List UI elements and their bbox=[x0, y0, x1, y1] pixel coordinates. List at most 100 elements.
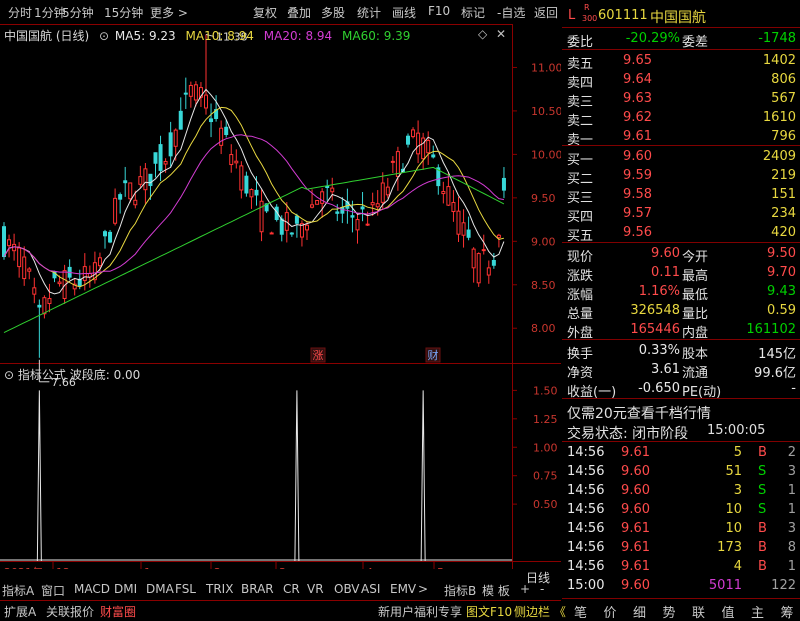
tick-row[interactable]: 14:56 9.60 51 S 3 bbox=[562, 462, 800, 481]
trade-status-label: 交易状态: 闭市阶段 bbox=[567, 426, 689, 442]
right-tab-7[interactable]: 筹 bbox=[781, 602, 794, 621]
indicator-tab-4[interactable]: DMA bbox=[146, 582, 174, 596]
candle-body bbox=[491, 259, 496, 266]
tick-row[interactable]: 14:56 9.61 4 B 1 bbox=[562, 557, 800, 576]
toolbar-fenshi-button[interactable]: 分时 bbox=[8, 4, 32, 21]
collapse-icon[interactable]: ◇ bbox=[478, 27, 487, 41]
price-tick-label: 8.50 bbox=[531, 279, 556, 292]
candle-body bbox=[501, 177, 506, 191]
toolbar-mark-button[interactable]: 标记 bbox=[461, 4, 485, 21]
right-tab-6[interactable]: 主 bbox=[751, 602, 764, 621]
indicator-tab-8[interactable]: CR bbox=[283, 582, 300, 596]
candle-body bbox=[153, 152, 158, 164]
weicha-label: 委差 bbox=[682, 35, 709, 50]
candle-body bbox=[193, 84, 198, 101]
price-tick-label: 9.00 bbox=[531, 235, 556, 248]
indicator-tab-5[interactable]: FSL bbox=[175, 582, 196, 596]
indicator-tab-10[interactable]: OBV bbox=[334, 582, 360, 596]
candle-body bbox=[320, 191, 325, 204]
tick-row[interactable]: 15:00 9.60 5011 122 bbox=[562, 576, 800, 595]
chevron-down-icon[interactable]: ⊙ bbox=[4, 368, 14, 382]
bid-row: 买五 9.56 420 bbox=[562, 223, 800, 244]
close-icon[interactable]: ✕ bbox=[496, 27, 506, 41]
promo-row[interactable]: 仅需20元查看千档行情 bbox=[562, 401, 800, 423]
footer-left-1[interactable]: 关联报价 bbox=[46, 603, 94, 620]
toolbar-fuquan-button[interactable]: 复权 bbox=[253, 4, 277, 21]
toolbar-f10-button[interactable]: F10 bbox=[428, 4, 450, 18]
tick-row[interactable]: 14:56 9.60 10 S 1 bbox=[562, 500, 800, 519]
toolbar-5min-button[interactable]: 5分钟 bbox=[62, 4, 94, 21]
indicator-tab-0[interactable]: 指标A bbox=[2, 582, 34, 599]
candle-body bbox=[118, 194, 123, 200]
indicator-tab-13[interactable]: > bbox=[418, 582, 428, 596]
tick-side: B bbox=[758, 559, 767, 574]
toolbar-back-button[interactable]: 返回 bbox=[534, 4, 558, 21]
footer-left-0[interactable]: 扩展A bbox=[4, 603, 36, 620]
tick-count: 8 bbox=[787, 540, 796, 555]
quote-row: 外盘 165446 内盘 161102 bbox=[562, 320, 800, 341]
tick-side: S bbox=[758, 483, 767, 498]
indicator-tab-2[interactable]: MACD bbox=[74, 582, 110, 596]
footer-mid-2[interactable]: 侧边栏 《 bbox=[514, 603, 566, 620]
tick-time: 14:56 bbox=[567, 502, 605, 517]
indicator-tab-15[interactable]: 模 板 bbox=[482, 582, 510, 599]
indicator-tab-11[interactable]: ASI bbox=[361, 582, 380, 596]
bid-price: 9.58 bbox=[623, 187, 652, 202]
indicator-tab-14[interactable]: 指标B bbox=[444, 582, 476, 599]
chevron-down-icon[interactable]: ⊙ bbox=[99, 29, 109, 43]
right-tab-0[interactable]: 笔 bbox=[574, 602, 587, 621]
candle-body bbox=[446, 186, 451, 206]
candle-body bbox=[103, 231, 107, 237]
candle-body bbox=[148, 173, 153, 187]
kline-chart-area[interactable]: 11.38 7.66 涨财 1.50 1.25 1.00 0.75 0.50 11.00 10… bbox=[0, 24, 563, 579]
indicator-tab-6[interactable]: TRIX bbox=[206, 582, 233, 596]
candle-body bbox=[57, 281, 62, 285]
tick-row[interactable]: 14:56 9.60 3 S 1 bbox=[562, 481, 800, 500]
toolbar-multistock-button[interactable]: 多股 bbox=[321, 4, 345, 21]
toolbar-watchlist-button[interactable]: -自选 bbox=[497, 4, 525, 21]
indicator-tab-3[interactable]: DMI bbox=[114, 582, 137, 596]
indicator-tick-label: 0.50 bbox=[533, 498, 558, 511]
tick-count: 3 bbox=[787, 521, 796, 536]
bid-price: 9.57 bbox=[623, 206, 652, 221]
toolbar-stats-button[interactable]: 统计 bbox=[357, 4, 381, 21]
indicator-tab-7[interactable]: BRAR bbox=[241, 582, 274, 596]
bid-row: 买四 9.57 234 bbox=[562, 204, 800, 225]
candle-body bbox=[2, 226, 6, 258]
footer-mid-0[interactable]: 新用户福利专享 bbox=[378, 603, 462, 620]
indicator-tab-12[interactable]: EMV bbox=[390, 582, 416, 596]
indicator-tab-1[interactable]: 窗口 bbox=[41, 582, 65, 599]
right-tab-3[interactable]: 势 bbox=[663, 602, 676, 621]
right-tab-4[interactable]: 联 bbox=[692, 602, 705, 621]
tick-row[interactable]: 14:56 9.61 10 B 3 bbox=[562, 519, 800, 538]
indicator-tab-9[interactable]: VR bbox=[307, 582, 324, 596]
kline-chart-svg[interactable]: 11.387.66涨财 1.501.251.000.750.50 11.0010… bbox=[0, 24, 563, 579]
promo-text[interactable]: 仅需20元查看千档行情 bbox=[567, 403, 711, 423]
quote-value: 9.43 bbox=[767, 284, 796, 299]
fundamental-value: - bbox=[791, 381, 796, 396]
candle-body bbox=[335, 211, 340, 214]
quote-value: 9.70 bbox=[767, 265, 796, 280]
candle-body bbox=[355, 219, 360, 231]
right-tab-1[interactable]: 价 bbox=[604, 602, 617, 621]
right-tab-5[interactable]: 值 bbox=[722, 602, 735, 621]
period-label[interactable]: 日线 bbox=[526, 569, 550, 586]
ask-row: 卖五 9.65 1402 bbox=[562, 51, 800, 72]
right-tab-2[interactable]: 细 bbox=[633, 602, 646, 621]
tick-row[interactable]: 14:56 9.61 5 B 2 bbox=[562, 443, 800, 462]
toolbar-draw-button[interactable]: 画线 bbox=[392, 4, 416, 21]
tick-time: 14:56 bbox=[567, 483, 605, 498]
right-tabs: 笔价细势联值主筹 bbox=[562, 600, 800, 621]
footer-mid-1[interactable]: 图文F10 bbox=[466, 603, 512, 620]
candle-body bbox=[32, 287, 37, 295]
toolbar-overlay-button[interactable]: 叠加 bbox=[287, 4, 311, 21]
toolbar-more-button[interactable]: 更多 > bbox=[150, 4, 188, 21]
indicator-tick-label: 0.75 bbox=[533, 470, 558, 483]
footer-left-2[interactable]: 财富圈 bbox=[100, 603, 136, 620]
tick-time: 14:56 bbox=[567, 540, 605, 555]
tick-price: 9.61 bbox=[621, 521, 650, 536]
tick-row[interactable]: 14:56 9.61 173 B 8 bbox=[562, 538, 800, 557]
candle-body bbox=[173, 129, 178, 147]
toolbar-1min-button[interactable]: 1分钟 bbox=[34, 4, 66, 21]
toolbar-15min-button[interactable]: 15分钟 bbox=[104, 4, 143, 21]
